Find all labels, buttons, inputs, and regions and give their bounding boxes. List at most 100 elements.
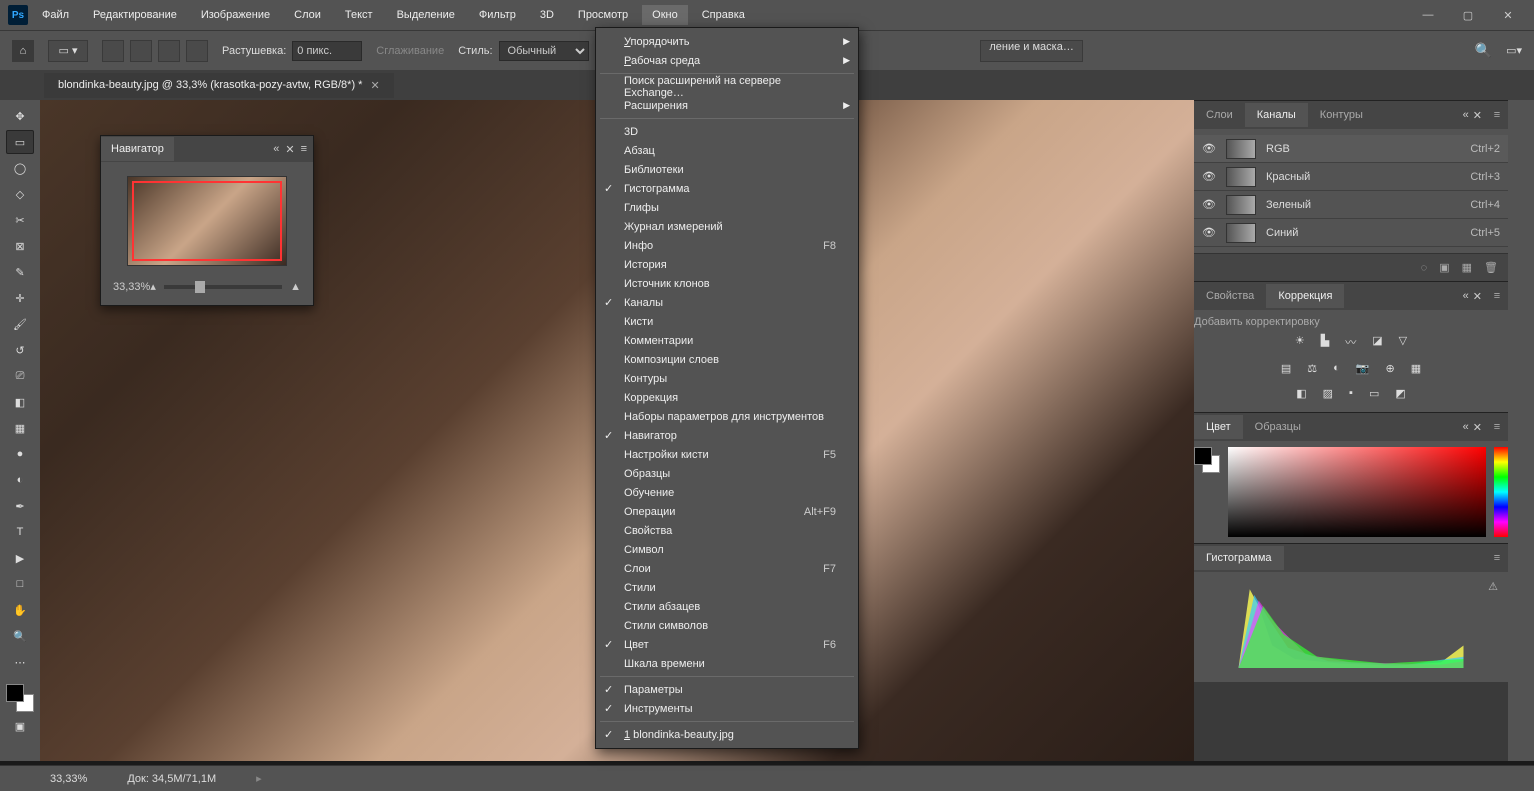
- menu-edit[interactable]: Редактирование: [83, 5, 187, 25]
- visibility-eye-icon[interactable]: 👁: [1202, 226, 1216, 239]
- vibrance-icon[interactable]: ▽: [1399, 334, 1407, 350]
- navigator-thumbnail[interactable]: [127, 176, 287, 266]
- visibility-eye-icon[interactable]: 👁: [1202, 170, 1216, 183]
- sel-intersect-icon[interactable]: [186, 40, 208, 62]
- menu-view[interactable]: Просмотр: [568, 5, 638, 25]
- menu-item[interactable]: 3D: [596, 122, 858, 141]
- marquee-tool-icon[interactable]: ▭: [6, 130, 34, 154]
- sel-new-icon[interactable]: [102, 40, 124, 62]
- hue-slider[interactable]: [1494, 447, 1508, 537]
- menu-help[interactable]: Справка: [692, 5, 755, 25]
- menu-select[interactable]: Выделение: [387, 5, 465, 25]
- search-icon[interactable]: 🔍: [1475, 42, 1492, 59]
- type-tool-icon[interactable]: T: [6, 520, 34, 544]
- panel-collapse-icon[interactable]: «: [273, 143, 279, 156]
- menu-item[interactable]: ✓Параметры: [596, 680, 858, 699]
- sel-add-icon[interactable]: [130, 40, 152, 62]
- menu-item[interactable]: Контуры: [596, 369, 858, 388]
- navigator-zoom-value[interactable]: 33,33%: [113, 281, 150, 293]
- save-selection-icon[interactable]: ▣: [1439, 261, 1449, 274]
- stamp-tool-icon[interactable]: ⎚: [6, 364, 34, 388]
- crop-tool-icon[interactable]: ✂: [6, 208, 34, 232]
- menu-item[interactable]: Композиции слоев: [596, 350, 858, 369]
- window-maximize-icon[interactable]: ▢: [1458, 7, 1478, 23]
- navigator-panel[interactable]: Навигатор « ✕ ≡ 33,33% ▴ ▲: [100, 135, 314, 306]
- menu-item[interactable]: Обучение: [596, 483, 858, 502]
- navigator-zoom-slider[interactable]: [164, 285, 282, 289]
- menu-item[interactable]: Упорядочить▶: [596, 32, 858, 51]
- rectangle-tool-icon[interactable]: □: [6, 572, 34, 596]
- history-brush-tool-icon[interactable]: ↺: [6, 338, 34, 362]
- panel-menu-icon[interactable]: ≡: [1486, 552, 1508, 564]
- menu-item[interactable]: ✓Каналы: [596, 293, 858, 312]
- selection-from-channel-icon[interactable]: ◌: [1421, 262, 1428, 274]
- app-logo[interactable]: Ps: [8, 5, 28, 25]
- channel-row[interactable]: 👁СинийCtrl+5: [1194, 219, 1508, 247]
- histogram-warning-icon[interactable]: ⚠: [1488, 580, 1498, 593]
- screen-mode-icon[interactable]: ▣: [6, 714, 34, 738]
- path-selection-tool-icon[interactable]: ▶: [6, 546, 34, 570]
- posterize-icon[interactable]: ▨: [1323, 387, 1333, 400]
- feather-input[interactable]: [292, 41, 362, 61]
- edit-toolbar-icon[interactable]: ⋯: [6, 650, 34, 674]
- channel-row[interactable]: 👁RGBCtrl+2: [1194, 135, 1508, 163]
- tab-color[interactable]: Цвет: [1194, 415, 1243, 439]
- panel-menu-icon[interactable]: ≡: [301, 143, 307, 156]
- new-channel-icon[interactable]: ▦: [1462, 261, 1472, 274]
- photo-filter-icon[interactable]: 📷: [1356, 362, 1370, 375]
- menu-item[interactable]: Свойства: [596, 521, 858, 540]
- panel-menu-icon[interactable]: ≡: [1486, 421, 1508, 433]
- menu-3d[interactable]: 3D: [530, 5, 564, 25]
- menu-item[interactable]: Стили символов: [596, 616, 858, 635]
- color-panel-swatch[interactable]: [1194, 447, 1220, 473]
- home-icon[interactable]: ⌂: [12, 40, 34, 62]
- brush-tool-icon[interactable]: 🖌: [6, 312, 34, 336]
- zoom-in-icon[interactable]: ▲: [290, 281, 301, 293]
- antialias-checkbox[interactable]: Сглаживание: [376, 45, 444, 57]
- frame-tool-icon[interactable]: ⊠: [6, 234, 34, 258]
- menu-item[interactable]: Стили: [596, 578, 858, 597]
- levels-icon[interactable]: ▙: [1321, 334, 1329, 350]
- channel-mixer-icon[interactable]: ⊕: [1386, 362, 1395, 375]
- menu-image[interactable]: Изображение: [191, 5, 280, 25]
- menu-item[interactable]: Журнал измерений: [596, 217, 858, 236]
- window-close-icon[interactable]: ✕: [1498, 7, 1518, 23]
- dodge-tool-icon[interactable]: ◐: [6, 468, 34, 492]
- delete-channel-icon[interactable]: 🗑: [1484, 261, 1498, 274]
- status-doc-size[interactable]: Док: 34,5M/71,1M: [127, 773, 216, 785]
- hand-tool-icon[interactable]: ✋: [6, 598, 34, 622]
- invert-icon[interactable]: ◧: [1296, 387, 1306, 400]
- menu-item[interactable]: ✓Гистограмма: [596, 179, 858, 198]
- panel-close-icon[interactable]: ✕: [1473, 290, 1482, 303]
- selective-color-icon[interactable]: ◩: [1395, 387, 1405, 400]
- menu-item[interactable]: Шкала времени: [596, 654, 858, 673]
- tab-layers[interactable]: Слои: [1194, 103, 1245, 127]
- curves-icon[interactable]: 〰: [1345, 334, 1356, 350]
- menu-file[interactable]: Файл: [32, 5, 79, 25]
- exposure-icon[interactable]: ◪: [1372, 334, 1382, 350]
- menu-item[interactable]: Комментарии: [596, 331, 858, 350]
- visibility-eye-icon[interactable]: 👁: [1202, 142, 1216, 155]
- channel-row[interactable]: 👁КрасныйCtrl+3: [1194, 163, 1508, 191]
- color-field[interactable]: [1228, 447, 1486, 537]
- window-minimize-icon[interactable]: —: [1418, 7, 1438, 23]
- blur-tool-icon[interactable]: ●: [6, 442, 34, 466]
- color-swatch[interactable]: [6, 684, 34, 712]
- menu-item[interactable]: ✓ЦветF6: [596, 635, 858, 654]
- visibility-eye-icon[interactable]: 👁: [1202, 198, 1216, 211]
- polygonal-lasso-tool-icon[interactable]: ◇: [6, 182, 34, 206]
- panel-collapse-icon[interactable]: «: [1463, 290, 1469, 302]
- sel-subtract-icon[interactable]: [158, 40, 180, 62]
- close-tab-icon[interactable]: ✕: [370, 79, 379, 92]
- tab-paths[interactable]: Контуры: [1308, 103, 1375, 127]
- menu-item[interactable]: ✓Инструменты: [596, 699, 858, 718]
- menu-item[interactable]: Библиотеки: [596, 160, 858, 179]
- brightness-contrast-icon[interactable]: ☀: [1295, 334, 1305, 350]
- status-zoom[interactable]: 33,33%: [50, 773, 87, 785]
- menu-item[interactable]: Глифы: [596, 198, 858, 217]
- zoom-out-icon[interactable]: ▴: [150, 280, 156, 293]
- threshold-icon[interactable]: ▪: [1349, 387, 1353, 400]
- menu-item[interactable]: Рабочая среда▶: [596, 51, 858, 70]
- panel-close-icon[interactable]: ✕: [285, 143, 294, 156]
- color-balance-icon[interactable]: ⚖: [1307, 362, 1317, 375]
